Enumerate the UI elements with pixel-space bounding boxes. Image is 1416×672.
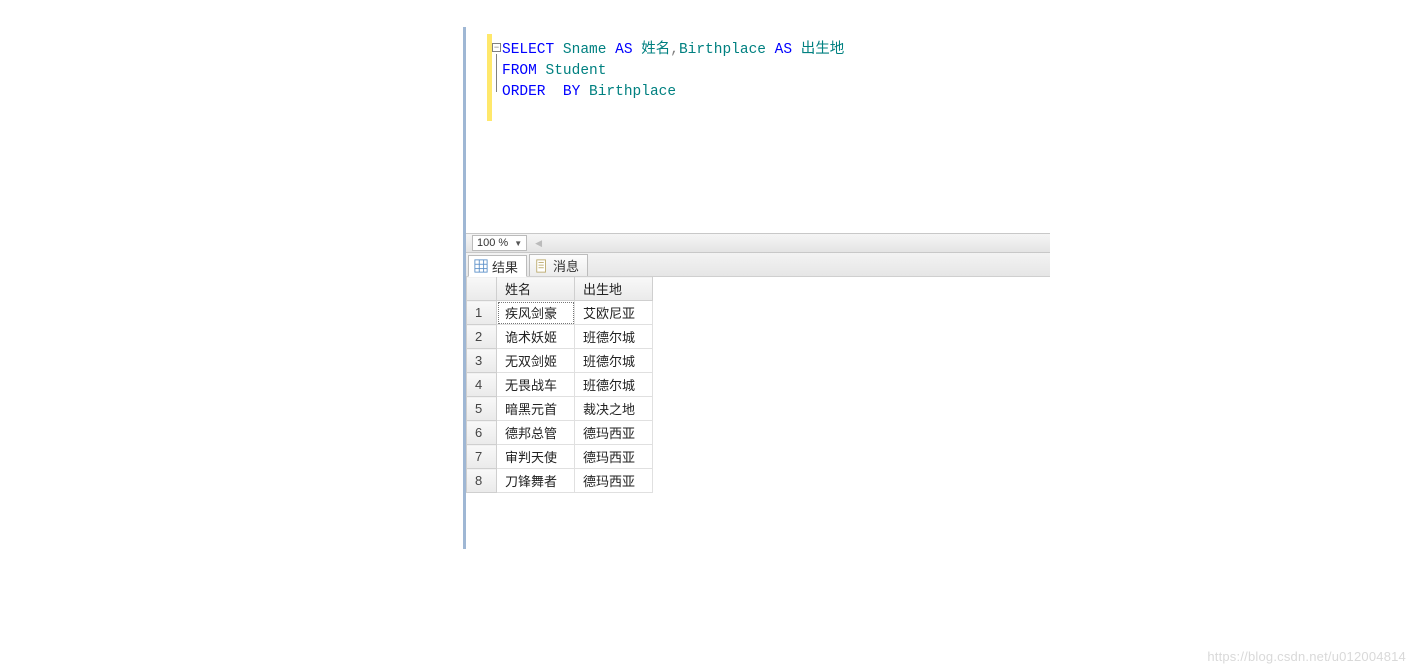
cell-place[interactable]: 班德尔城 <box>575 373 653 397</box>
col-name[interactable]: 姓名 <box>497 277 575 301</box>
rownum[interactable]: 6 <box>467 421 497 445</box>
table-row[interactable]: 4 无畏战车 班德尔城 <box>467 373 653 397</box>
kw-from: FROM <box>502 63 537 79</box>
cell-place[interactable]: 德玛西亚 <box>575 421 653 445</box>
cell-name[interactable]: 德邦总管 <box>497 421 575 445</box>
kw-select: SELECT <box>502 42 554 58</box>
rownum[interactable]: 1 <box>467 301 497 325</box>
cell-name[interactable]: 疾风剑豪 <box>497 301 575 325</box>
rownum[interactable]: 2 <box>467 325 497 349</box>
cell-place[interactable]: 艾欧尼亚 <box>575 301 653 325</box>
cell-name[interactable]: 暗黑元首 <box>497 397 575 421</box>
cell-name[interactable]: 无双剑姬 <box>497 349 575 373</box>
table-row[interactable]: 5 暗黑元首 裁决之地 <box>467 397 653 421</box>
sql-editor[interactable]: − SELECT Sname AS 姓名,Birthplace AS 出生地 F… <box>466 30 1050 233</box>
results-tabstrip: 结果 消息 <box>466 253 1050 277</box>
chevron-down-icon: ▼ <box>514 239 522 248</box>
cell-place[interactable]: 班德尔城 <box>575 325 653 349</box>
col-rownum[interactable] <box>467 277 497 301</box>
document-icon <box>535 259 549 273</box>
rownum[interactable]: 7 <box>467 445 497 469</box>
cell-name[interactable]: 诡术妖姬 <box>497 325 575 349</box>
cell-place[interactable]: 裁决之地 <box>575 397 653 421</box>
cell-name[interactable]: 审判天使 <box>497 445 575 469</box>
table-row[interactable]: 7 审判天使 德玛西亚 <box>467 445 653 469</box>
fold-guide <box>496 54 497 92</box>
tab-messages-label: 消息 <box>553 256 579 275</box>
rownum[interactable]: 4 <box>467 373 497 397</box>
tab-messages[interactable]: 消息 <box>529 254 588 276</box>
rownum[interactable]: 3 <box>467 349 497 373</box>
col-place[interactable]: 出生地 <box>575 277 653 301</box>
grid-icon <box>474 259 488 273</box>
cell-name[interactable]: 无畏战车 <box>497 373 575 397</box>
cell-name[interactable]: 刀锋舞者 <box>497 469 575 493</box>
scroll-left-icon[interactable]: ◀ <box>535 238 542 249</box>
zoom-value: 100 % <box>477 237 508 249</box>
table-row[interactable]: 1 疾风剑豪 艾欧尼亚 <box>467 301 653 325</box>
table-row[interactable]: 8 刀锋舞者 德玛西亚 <box>467 469 653 493</box>
zoom-combo[interactable]: 100 % ▼ <box>472 235 527 251</box>
cell-place[interactable]: 德玛西亚 <box>575 445 653 469</box>
table-row[interactable]: 6 德邦总管 德玛西亚 <box>467 421 653 445</box>
fold-toggle-icon[interactable]: − <box>492 43 501 52</box>
cell-place[interactable]: 班德尔城 <box>575 349 653 373</box>
cell-place[interactable]: 德玛西亚 <box>575 469 653 493</box>
results-grid[interactable]: 姓名 出生地 1 疾风剑豪 艾欧尼亚 2 诡术妖姬 班德尔城 3 无双剑姬 班德… <box>466 276 653 493</box>
tab-results[interactable]: 结果 <box>468 255 527 277</box>
sql-code[interactable]: SELECT Sname AS 姓名,Birthplace AS 出生地 FRO… <box>502 40 844 103</box>
rownum[interactable]: 8 <box>467 469 497 493</box>
tab-results-label: 结果 <box>492 257 518 276</box>
rownum[interactable]: 5 <box>467 397 497 421</box>
table-row[interactable]: 2 诡术妖姬 班德尔城 <box>467 325 653 349</box>
ssms-panel: − SELECT Sname AS 姓名,Birthplace AS 出生地 F… <box>466 30 1050 493</box>
zoom-bar: 100 % ▼ ◀ <box>466 233 1050 253</box>
kw-orderby: ORDER BY <box>502 84 580 100</box>
watermark: https://blog.csdn.net/u012004814 <box>1207 649 1406 664</box>
table-row[interactable]: 3 无双剑姬 班德尔城 <box>467 349 653 373</box>
